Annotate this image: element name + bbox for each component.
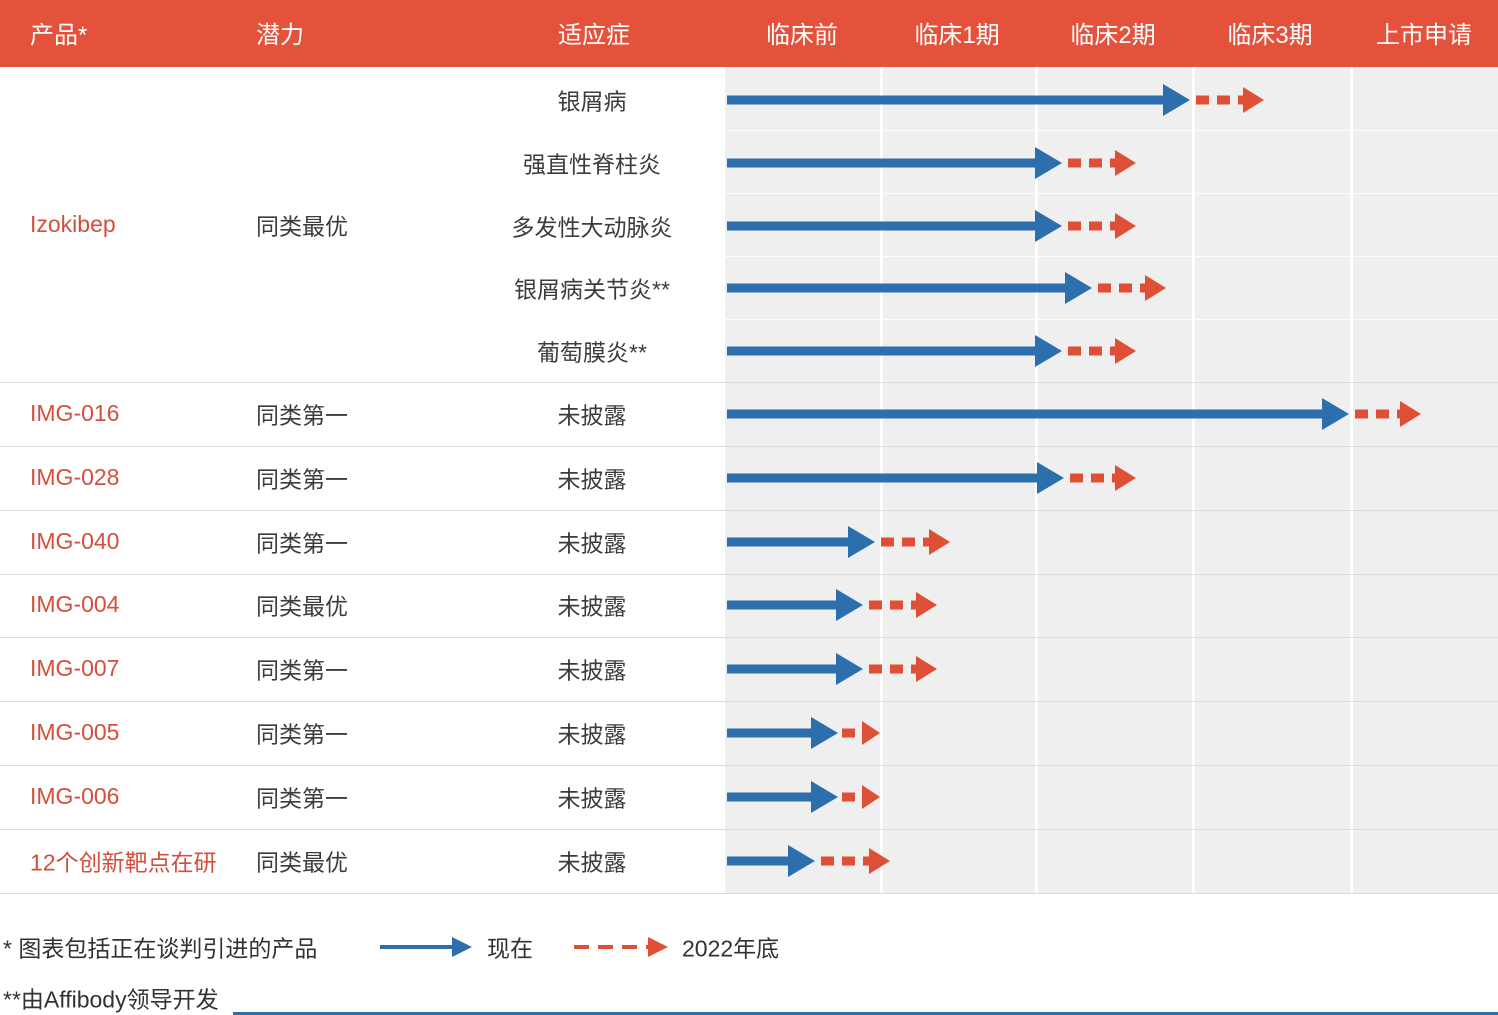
column-header-5: 临床2期 xyxy=(1070,21,1156,49)
product-name-4: IMG-004 xyxy=(30,590,120,617)
indication-4-0: 未披露 xyxy=(557,593,627,620)
arrow-row-2-0 xyxy=(727,462,1136,494)
product-potential-1: 同类第一 xyxy=(256,402,348,429)
indication-0-0: 银屑病 xyxy=(557,88,627,115)
arrow-row-3-0 xyxy=(727,526,950,558)
product-name-2: IMG-028 xyxy=(30,463,120,490)
indication-5-0: 未披露 xyxy=(557,657,627,684)
product-potential-8: 同类最优 xyxy=(256,849,348,876)
footnote-affibody: **由Affibody领导开发 xyxy=(3,986,219,1013)
arrow-row-0-1 xyxy=(727,147,1136,179)
column-header-0: 产品* xyxy=(30,21,88,49)
arrow-row-7-0 xyxy=(727,781,880,813)
legend-2022-label: 2022年底 xyxy=(682,935,780,962)
product-name-0: Izokibep xyxy=(30,210,116,237)
arrow-row-6-0 xyxy=(727,717,880,749)
indication-0-3: 银屑病关节炎** xyxy=(514,276,670,303)
arrow-row-0-2 xyxy=(727,210,1136,242)
indication-7-0: 未披露 xyxy=(557,785,627,812)
indication-8-0: 未披露 xyxy=(557,849,627,876)
indication-1-0: 未披露 xyxy=(557,402,627,429)
footnote-asterisk: * 图表包括正在谈判引进的产品 xyxy=(3,935,318,962)
arrow-row-4-0 xyxy=(727,589,937,621)
product-name-8: 12个创新靶点在研 xyxy=(30,849,217,876)
indication-0-4: 葡萄膜炎** xyxy=(537,339,647,366)
arrow-row-0-0 xyxy=(727,84,1264,116)
arrow-row-1-0 xyxy=(727,398,1421,430)
header-row: 产品* 潜力 适应症 临床前 临床1期 临床2期 临床3期 上市申请 xyxy=(0,0,1498,67)
arrows-layer xyxy=(727,84,1421,877)
legend-2022-arrow-icon xyxy=(574,937,668,957)
product-potential-0: 同类最优 xyxy=(256,213,348,240)
product-potential-3: 同类第一 xyxy=(256,530,348,557)
indication-6-0: 未披露 xyxy=(557,721,627,748)
product-potential-4: 同类最优 xyxy=(256,593,348,620)
product-potential-2: 同类第一 xyxy=(256,466,348,493)
pipeline-chart: 产品* 潜力 适应症 临床前 临床1期 临床2期 临床3期 上市申请 Izokibep 同类最优… xyxy=(0,0,1498,1015)
column-header-7: 上市申请 xyxy=(1376,21,1472,49)
arrow-row-5-0 xyxy=(727,653,937,685)
product-name-6: IMG-005 xyxy=(30,718,120,745)
row-separator-8 xyxy=(0,893,1498,894)
arrow-row-8-0 xyxy=(727,845,890,877)
product-potential-7: 同类第一 xyxy=(256,785,348,812)
product-name-5: IMG-007 xyxy=(30,654,120,681)
indication-2-0: 未披露 xyxy=(557,466,627,493)
product-name-1: IMG-016 xyxy=(30,399,120,426)
column-header-3: 临床前 xyxy=(766,21,838,49)
product-name-3: IMG-040 xyxy=(30,527,120,554)
column-header-6: 临床3期 xyxy=(1227,21,1313,49)
legend-now-label: 现在 xyxy=(487,935,533,962)
product-potential-6: 同类第一 xyxy=(256,721,348,748)
indication-0-2: 多发性大动脉炎 xyxy=(511,214,673,241)
product-potential-5: 同类第一 xyxy=(256,657,348,684)
arrow-row-0-3 xyxy=(727,272,1166,304)
column-header-2: 适应症 xyxy=(558,21,630,49)
column-header-1: 潜力 xyxy=(256,21,304,49)
indication-3-0: 未披露 xyxy=(557,530,627,557)
column-header-4: 临床1期 xyxy=(914,21,1000,49)
indication-0-1: 强直性脊柱炎 xyxy=(523,151,661,178)
product-name-7: IMG-006 xyxy=(30,782,120,809)
arrow-row-0-4 xyxy=(727,335,1136,367)
legend-now-arrow-icon xyxy=(380,937,472,957)
